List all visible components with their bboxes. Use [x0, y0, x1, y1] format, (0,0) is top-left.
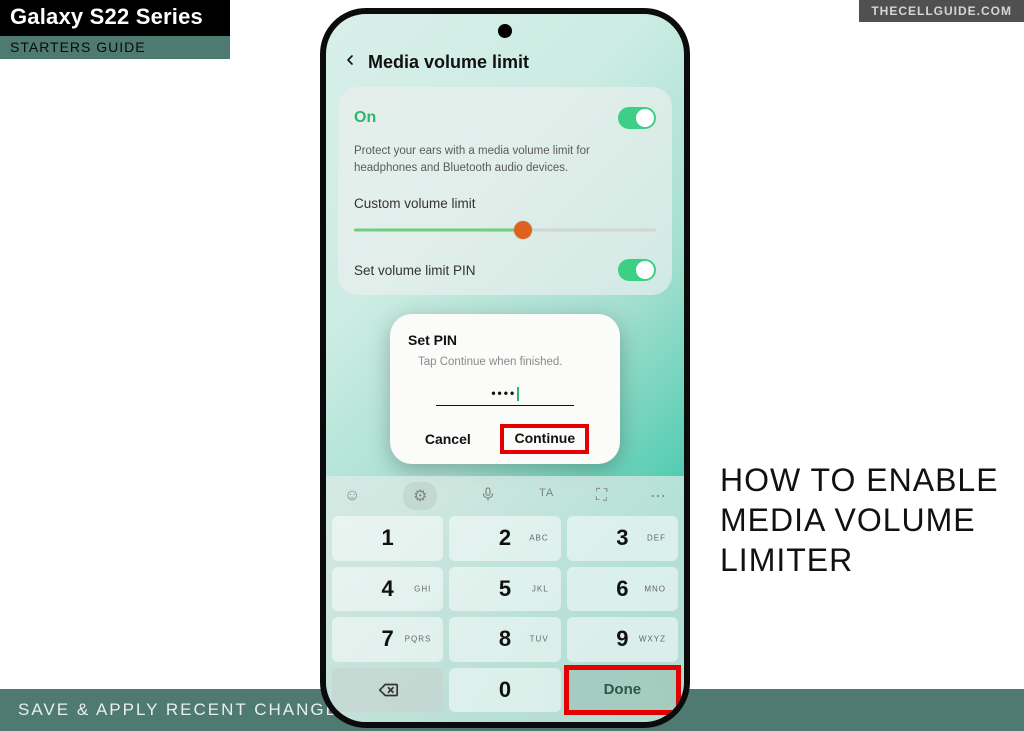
pin-dots: •••• [491, 386, 516, 400]
on-label: On [354, 109, 376, 127]
done-key[interactable]: Done [567, 668, 678, 713]
key-3[interactable]: 3DEF [567, 516, 678, 561]
pin-input[interactable]: •••• [436, 386, 574, 406]
cancel-button[interactable]: Cancel [421, 425, 475, 453]
settings-panel: On Protect your ears with a media volume… [338, 87, 672, 295]
numeric-keyboard: ☺ ⚙ ᵀᴬ ⛶ ⋯ 1 2ABC 3DEF 4GHI 5JKL 6MNO 7P… [326, 476, 684, 722]
mic-icon[interactable] [480, 486, 496, 507]
pin-row[interactable]: Set volume limit PIN [354, 253, 656, 287]
custom-volume-label: Custom volume limit [354, 190, 656, 211]
settings-icon[interactable]: ⚙ [403, 482, 437, 510]
key-6[interactable]: 6MNO [567, 567, 678, 612]
phone-frame: Media volume limit On Protect your ears … [320, 8, 690, 728]
series-title: Galaxy S22 Series [0, 0, 230, 36]
key-4[interactable]: 4GHI [332, 567, 443, 612]
dialog-actions: Cancel Continue [408, 420, 602, 454]
pin-toggle[interactable] [618, 259, 656, 281]
key-5[interactable]: 5JKL [449, 567, 560, 612]
set-pin-dialog: Set PIN Tap Continue when finished. ••••… [390, 314, 620, 464]
pin-cursor [517, 387, 519, 401]
translate-icon[interactable]: ᵀᴬ [539, 487, 553, 505]
backspace-key[interactable] [332, 668, 443, 713]
back-icon[interactable] [342, 52, 358, 73]
key-0[interactable]: 0 [449, 668, 560, 713]
more-icon[interactable]: ⋯ [650, 486, 666, 506]
site-watermark: THECELLGUIDE.COM [859, 0, 1024, 22]
dialog-subtitle: Tap Continue when finished. [408, 348, 602, 386]
keypad-grid: 1 2ABC 3DEF 4GHI 5JKL 6MNO 7PQRS 8TUV 9W… [326, 516, 684, 722]
key-7[interactable]: 7PQRS [332, 617, 443, 662]
on-toggle[interactable] [618, 107, 656, 129]
series-badge: Galaxy S22 Series STARTERS GUIDE [0, 0, 230, 59]
emoji-icon[interactable]: ☺ [344, 487, 360, 505]
keyboard-toolbar: ☺ ⚙ ᵀᴬ ⛶ ⋯ [326, 476, 684, 516]
dialog-title: Set PIN [408, 332, 602, 348]
on-row[interactable]: On [354, 101, 656, 135]
slider-track [354, 229, 656, 232]
done-label: Done [604, 681, 642, 698]
expand-icon[interactable]: ⛶ [596, 487, 607, 505]
screen: Media volume limit On Protect your ears … [326, 14, 684, 722]
continue-button[interactable]: Continue [510, 424, 579, 452]
series-subtitle: STARTERS GUIDE [0, 36, 230, 59]
key-8[interactable]: 8TUV [449, 617, 560, 662]
screen-title: Media volume limit [368, 52, 529, 73]
side-button [689, 164, 690, 274]
setting-description: Protect your ears with a media volume li… [354, 135, 656, 190]
screen-header: Media volume limit [326, 48, 684, 87]
slider-thumb[interactable] [514, 221, 532, 239]
pin-label: Set volume limit PIN [354, 263, 476, 278]
volume-slider[interactable] [354, 217, 656, 243]
key-9[interactable]: 9WXYZ [567, 617, 678, 662]
continue-highlight: Continue [500, 424, 589, 454]
key-1[interactable]: 1 [332, 516, 443, 561]
key-2[interactable]: 2ABC [449, 516, 560, 561]
tutorial-headline: HOW TO ENABLE MEDIA VOLUME LIMITER [720, 460, 1010, 580]
